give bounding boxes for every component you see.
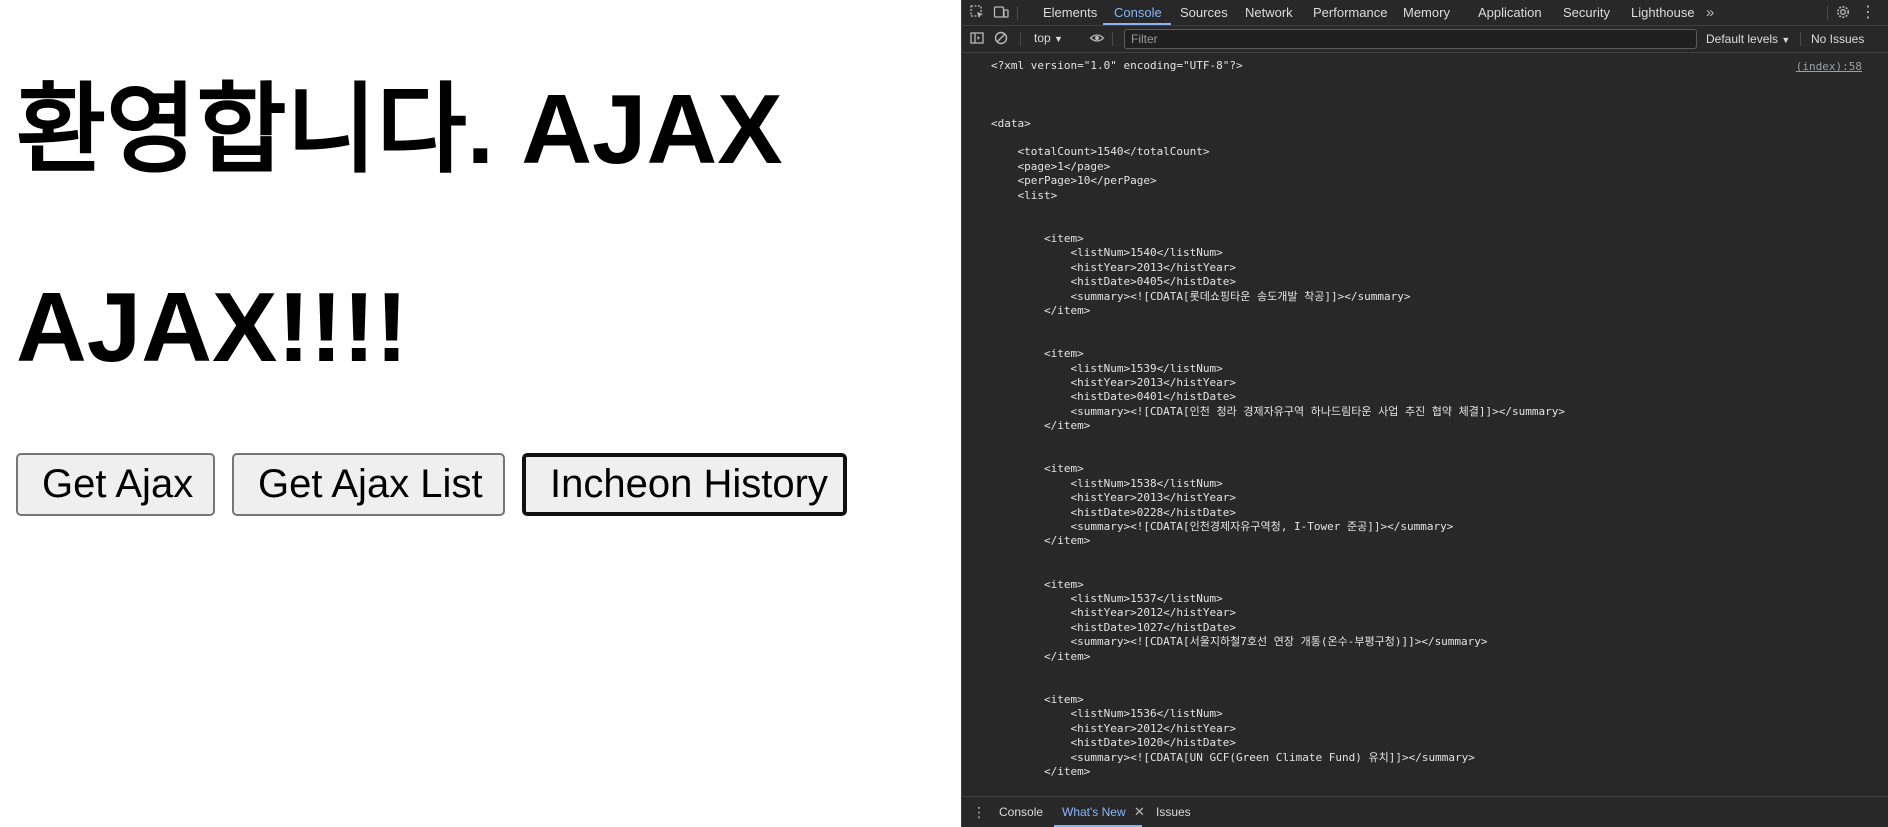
toolbar-divider [1827, 6, 1828, 20]
active-tab-indicator [1103, 23, 1171, 25]
tab-performance[interactable]: Performance [1313, 0, 1387, 26]
caret-down-icon: ▼ [1054, 34, 1063, 44]
drawer-tab-console[interactable]: Console [999, 797, 1043, 827]
tab-network[interactable]: Network [1245, 0, 1293, 26]
console-toolbar: top ▼ Default levels ▼ No Issues [962, 26, 1888, 53]
tab-lighthouse[interactable]: Lighthouse [1631, 0, 1695, 26]
drawer-tab-whats-new[interactable]: What's New [1062, 797, 1126, 827]
devtools-panel: Elements Console Sources Network Perform… [961, 0, 1888, 827]
context-label: top [1034, 31, 1051, 45]
toolbar-divider [1017, 6, 1018, 20]
tab-security[interactable]: Security [1563, 0, 1610, 26]
web-page: 환영합니다. AJAX AJAX!!!! Get Ajax Get Ajax L… [0, 0, 961, 827]
tab-memory[interactable]: Memory [1403, 0, 1450, 26]
more-options-icon[interactable]: ⋮ [1859, 4, 1877, 22]
toolbar-divider [1112, 32, 1113, 46]
eye-icon[interactable] [1088, 30, 1106, 48]
incheon-history-button[interactable]: Incheon History [521, 452, 848, 517]
tab-application[interactable]: Application [1478, 0, 1542, 26]
log-levels-label: Default levels [1706, 32, 1779, 46]
log-levels-select[interactable]: Default levels ▼ [1706, 32, 1790, 46]
clear-console-icon[interactable] [992, 30, 1010, 48]
devtools-tab-bar: Elements Console Sources Network Perform… [962, 0, 1888, 26]
welcome-heading: 환영합니다. AJAX [16, 74, 783, 184]
device-toolbar-icon[interactable] [992, 4, 1010, 22]
toolbar-divider [1020, 32, 1021, 46]
inspect-element-icon[interactable] [968, 4, 986, 22]
console-output: <?xml version="1.0" encoding="UTF-8"?> <… [962, 54, 1888, 796]
tab-sources[interactable]: Sources [1180, 0, 1228, 26]
sidebar-toggle-icon[interactable] [968, 30, 986, 48]
issues-count[interactable]: No Issues [1811, 32, 1864, 46]
console-xml-message: <?xml version="1.0" encoding="UTF-8"?> <… [991, 59, 1566, 778]
get-ajax-button[interactable]: Get Ajax [16, 453, 215, 516]
tab-elements[interactable]: Elements [1043, 0, 1097, 26]
drawer-menu-icon[interactable]: ⋮ [970, 803, 988, 821]
gear-icon[interactable] [1834, 4, 1852, 22]
toolbar-divider [1800, 32, 1801, 46]
ajax-heading: AJAX!!!! [16, 272, 408, 382]
filter-input[interactable] [1124, 29, 1697, 49]
close-icon[interactable]: ✕ [1134, 797, 1145, 827]
caret-down-icon: ▼ [1781, 35, 1791, 45]
chevron-double-right-icon[interactable]: » [1701, 4, 1719, 22]
drawer-tab-issues[interactable]: Issues [1156, 797, 1191, 827]
get-ajax-list-button[interactable]: Get Ajax List [232, 453, 505, 516]
context-select[interactable]: top ▼ [1034, 31, 1063, 45]
drawer-tab-bar: ⋮ Console What's New ✕ Issues [962, 796, 1888, 827]
source-link[interactable]: (index):58 [1796, 60, 1862, 73]
